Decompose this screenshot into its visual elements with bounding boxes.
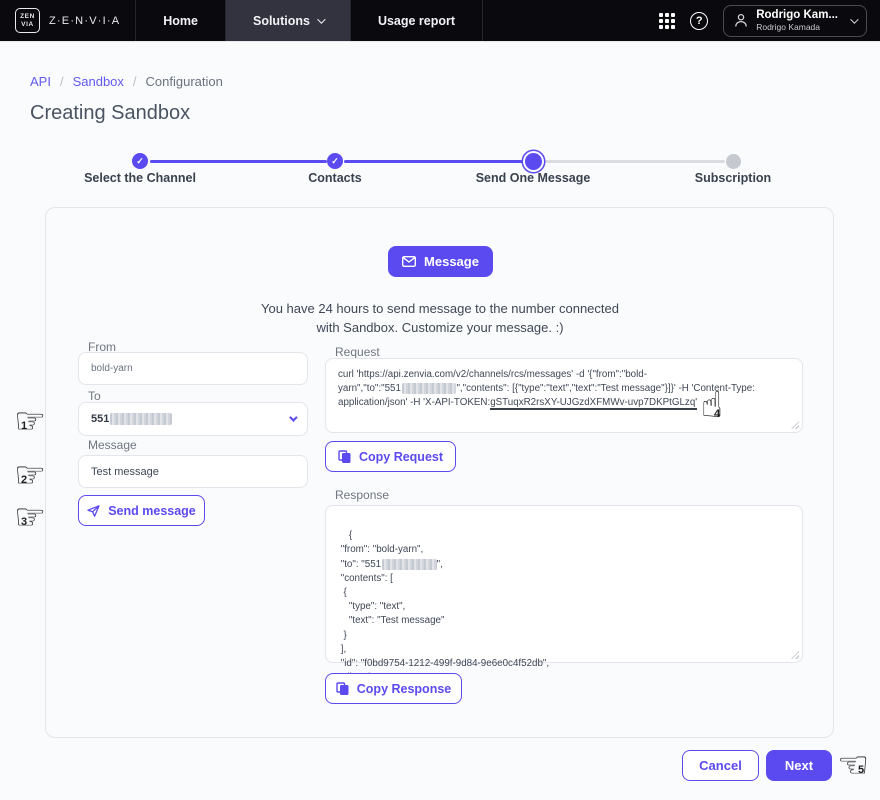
- copy-icon: [336, 682, 349, 695]
- message-label: Message: [88, 438, 137, 452]
- envelope-icon: [402, 256, 416, 267]
- nav-usage-report-label: Usage report: [378, 14, 455, 28]
- copy-request-button[interactable]: Copy Request: [325, 441, 456, 472]
- next-button[interactable]: Next: [766, 750, 832, 781]
- brand-wordmark: Z·E·N·V·I·A: [49, 15, 120, 27]
- nav-solutions-label: Solutions: [253, 14, 310, 28]
- message-channel-label: Message: [424, 254, 479, 269]
- send-message-label: Send message: [108, 504, 196, 518]
- paper-plane-icon: [87, 505, 100, 517]
- copy-response-label: Copy Response: [357, 682, 451, 696]
- user-names: Rodrigo Kam... Rodrigo Kamada: [756, 9, 838, 33]
- breadcrumb-separator: /: [133, 74, 137, 89]
- resize-handle[interactable]: [791, 421, 799, 429]
- stepper-line-2: [344, 160, 524, 163]
- annotation-number-1: 1: [21, 421, 27, 432]
- annotation-number-3: 3: [21, 517, 27, 528]
- annotation-pointer-4: ☝ 4: [701, 388, 723, 424]
- user-name-short: Rodrigo Kam...: [756, 9, 838, 23]
- to-phone-prefix: 551: [91, 413, 109, 425]
- zenvia-logo[interactable]: ZEN VIA Z·E·N·V·I·A: [0, 0, 136, 41]
- top-navbar: ZEN VIA Z·E·N·V·I·A Home Solutions Usage…: [0, 0, 880, 42]
- step-label-subscription: Subscription: [643, 171, 823, 185]
- annotation-number-5: 5: [858, 765, 864, 776]
- step-circle-subscription: [726, 154, 741, 169]
- logo-line2: VIA: [21, 21, 34, 28]
- to-phone-value: 551 0000000000: [91, 413, 172, 425]
- request-api-token: gSTuqxR2rsXY-UJGzdXFMWv-uvp7DKPtGLzq': [490, 397, 697, 410]
- chevron-down-icon: [317, 15, 325, 23]
- step-label-contacts: Contacts: [245, 171, 425, 185]
- help-icon[interactable]: ?: [690, 12, 708, 30]
- step-circle-send-one-message: [525, 153, 542, 170]
- check-icon: ✓: [136, 156, 144, 167]
- hand-right-icon: ☞: [14, 497, 46, 538]
- step-circle-select-channel: ✓: [132, 153, 148, 169]
- user-icon: [734, 13, 748, 28]
- chevron-down-icon: [289, 413, 297, 421]
- user-name-full: Rodrigo Kamada: [756, 22, 838, 32]
- request-phone-redacted: 0000000000: [402, 383, 457, 394]
- page-title: Creating Sandbox: [30, 102, 190, 125]
- message-channel-button[interactable]: Message: [388, 246, 493, 277]
- nav-home-label: Home: [163, 14, 198, 28]
- user-menu[interactable]: Rodrigo Kam... Rodrigo Kamada: [723, 5, 867, 37]
- from-input[interactable]: [78, 352, 308, 385]
- hand-left-icon: ☜: [837, 745, 869, 786]
- to-phone-redacted: 0000000000: [110, 413, 171, 425]
- message-input[interactable]: [78, 455, 308, 488]
- zenvia-logo-icon: ZEN VIA: [15, 8, 40, 33]
- stepper-line-1: [150, 160, 327, 163]
- chevron-down-icon: [850, 15, 858, 23]
- nav-item-usage-report[interactable]: Usage report: [351, 0, 483, 41]
- breadcrumb-sandbox[interactable]: Sandbox: [73, 74, 124, 89]
- step-label-select-channel: Select the Channel: [50, 171, 230, 185]
- breadcrumb-separator: /: [60, 74, 64, 89]
- nav-item-solutions[interactable]: Solutions: [226, 0, 351, 41]
- request-curl-box[interactable]: curl 'https://api.zenvia.com/v2/channels…: [325, 358, 803, 433]
- annotation-pointer-3: ☞ 3: [14, 500, 46, 536]
- annotation-number-4: 4: [714, 409, 720, 420]
- breadcrumb-current: Configuration: [146, 74, 223, 89]
- stepper-line-3: [544, 160, 725, 163]
- creating-sandbox-page: ZEN VIA Z·E·N·V·I·A Home Solutions Usage…: [0, 0, 880, 800]
- breadcrumb-api[interactable]: API: [30, 74, 51, 89]
- step-label-send-one-message: Send One Message: [443, 171, 623, 185]
- nav-item-home[interactable]: Home: [136, 0, 226, 41]
- response-label: Response: [335, 488, 389, 502]
- cancel-button[interactable]: Cancel: [682, 750, 759, 781]
- resize-handle[interactable]: [791, 651, 799, 659]
- annotation-pointer-2: ☞ 2: [14, 458, 46, 494]
- hand-right-icon: ☞: [14, 401, 46, 442]
- copy-icon: [338, 450, 351, 463]
- annotation-pointer-1: ☞ 1: [14, 404, 46, 440]
- copy-request-label: Copy Request: [359, 450, 443, 464]
- copy-response-button[interactable]: Copy Response: [325, 673, 462, 704]
- to-phone-select[interactable]: 551 0000000000: [78, 402, 308, 436]
- info-text-line2: with Sandbox. Customize your message. :): [0, 320, 880, 335]
- request-label: Request: [335, 345, 380, 359]
- send-message-button[interactable]: Send message: [78, 495, 205, 526]
- check-icon: ✓: [331, 156, 339, 167]
- annotation-number-2: 2: [21, 475, 27, 486]
- logo-line1: ZEN: [20, 13, 35, 20]
- hand-right-icon: ☞: [14, 455, 46, 496]
- breadcrumb: API / Sandbox / Configuration: [30, 74, 223, 89]
- response-json-box[interactable]: { "from": "bold-yarn", "to": "5510000000…: [325, 505, 803, 663]
- info-text-line1: You have 24 hours to send message to the…: [0, 301, 880, 316]
- annotation-pointer-5: ☜ 5: [837, 748, 869, 784]
- navbar-right: ? Rodrigo Kam... Rodrigo Kamada: [659, 0, 880, 41]
- response-phone-redacted: 0000000000: [382, 559, 437, 570]
- step-circle-contacts: ✓: [327, 153, 343, 169]
- apps-grid-icon[interactable]: [659, 13, 675, 29]
- to-label: To: [88, 389, 101, 403]
